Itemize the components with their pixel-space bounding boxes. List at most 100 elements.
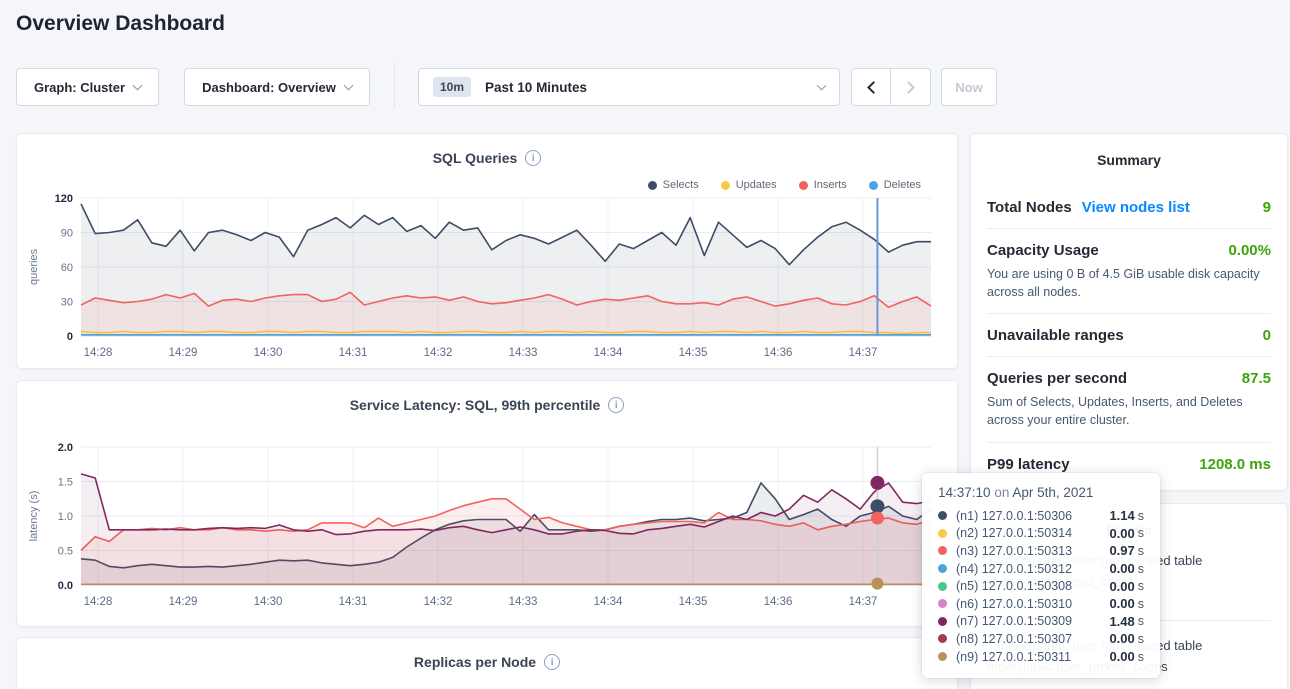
summary-panel-title: Summary [971, 152, 1287, 168]
svg-text:2.0: 2.0 [58, 442, 73, 454]
node-color-dot-icon [938, 634, 947, 643]
service-latency-title-text: Service Latency: SQL, 99th percentile [350, 397, 601, 413]
svg-text:30: 30 [61, 297, 73, 309]
tooltip-node-row: (n7) 127.0.0.1:503091.48s [938, 613, 1144, 631]
view-nodes-list-link[interactable]: View nodes list [1082, 199, 1190, 216]
dashboard-dropdown-label: Dashboard: Overview [202, 80, 336, 95]
time-prev-button[interactable] [851, 68, 891, 106]
tooltip-node-unit: s [1138, 579, 1144, 593]
svg-text:14:29: 14:29 [169, 596, 198, 608]
tooltip-node-label: (n3) 127.0.0.1:50313 [956, 544, 1072, 558]
svg-text:14:34: 14:34 [594, 596, 623, 608]
summary-row-value: 0 [1263, 327, 1271, 344]
svg-text:14:36: 14:36 [764, 596, 793, 608]
chevron-down-icon [343, 80, 353, 90]
tooltip-node-value: 0.00 [1109, 561, 1134, 576]
replicas-per-node-title: Replicas per Node i [17, 654, 957, 670]
graph-dropdown[interactable]: Graph: Cluster [16, 68, 159, 106]
tooltip-node-row: (n4) 127.0.0.1:50312 0.00 s [938, 560, 1144, 578]
chevron-down-icon [817, 80, 827, 90]
time-next-button[interactable] [891, 68, 931, 106]
node-color-dot-icon [938, 546, 947, 555]
info-icon[interactable]: i [608, 397, 624, 413]
summary-row-label: Unavailable ranges [987, 327, 1124, 344]
tooltip-node-unit: s [1138, 544, 1144, 558]
svg-text:queries: queries [28, 248, 40, 285]
svg-text:1.0: 1.0 [58, 511, 73, 523]
info-icon[interactable]: i [525, 150, 541, 166]
info-icon[interactable]: i [544, 654, 560, 670]
service-latency-card: Service Latency: SQL, 99th percentile i … [16, 380, 958, 627]
svg-text:14:29: 14:29 [169, 347, 198, 359]
svg-text:14:33: 14:33 [509, 596, 538, 608]
chart-hover-tooltip: 14:37:10 on Apr 5th, 2021 (n1) 127.0.0.1… [922, 473, 1160, 678]
tooltip-node-unit: s [1138, 614, 1144, 628]
tooltip-node-row: (n2) 127.0.0.1:503140.00s [938, 525, 1144, 543]
time-range-label: Past 10 Minutes [485, 80, 587, 95]
svg-text:14:30: 14:30 [254, 347, 283, 359]
now-button-label: Now [955, 80, 982, 95]
tooltip-node-unit: s [1138, 650, 1144, 664]
tooltip-node-unit: s [1138, 562, 1144, 576]
svg-text:14:31: 14:31 [339, 347, 368, 359]
summary-row-value: 87.5 [1242, 370, 1271, 387]
service-latency-chart[interactable]: 14:2814:2914:3014:3114:3214:3314:3414:35… [17, 439, 959, 615]
svg-text:0.5: 0.5 [58, 546, 73, 558]
now-button[interactable]: Now [941, 68, 997, 106]
tooltip-node-row: (n1) 127.0.0.1:50306 1.14 s [938, 507, 1144, 525]
svg-text:14:32: 14:32 [424, 596, 453, 608]
tooltip-node-label: (n9) 127.0.0.1:50311 [956, 650, 1071, 664]
replicas-per-node-card: Replicas per Node i [16, 637, 958, 689]
replicas-per-node-title-text: Replicas per Node [414, 654, 536, 670]
tooltip-node-label: (n8) 127.0.0.1:50307 [956, 632, 1072, 646]
tooltip-node-value: 1.14 [1109, 508, 1134, 523]
summary-row-head: Total NodesView nodes list9 [987, 199, 1271, 216]
page-title: Overview Dashboard [16, 12, 225, 36]
sql-queries-title: SQL Queries i [17, 150, 957, 166]
summary-panel: Summary Total NodesView nodes list9Capac… [970, 133, 1288, 491]
tooltip-node-unit: s [1138, 632, 1144, 646]
dashboard-dropdown[interactable]: Dashboard: Overview [184, 68, 370, 106]
svg-text:60: 60 [61, 262, 73, 274]
summary-row-value: 9 [1263, 199, 1271, 216]
tooltip-node-value: 0.00 [1109, 596, 1134, 611]
tooltip-timestamp: 14:37:10 on Apr 5th, 2021 [938, 485, 1144, 500]
sql-queries-title-text: SQL Queries [433, 150, 518, 166]
chevron-down-icon [133, 80, 143, 90]
svg-text:14:34: 14:34 [594, 347, 623, 359]
chevron-left-icon [867, 81, 880, 94]
tooltip-node-row: (n3) 127.0.0.1:50313 0.97 s [938, 542, 1144, 560]
tooltip-node-label: (n4) 127.0.0.1:50312 [956, 562, 1072, 576]
service-latency-title: Service Latency: SQL, 99th percentile i [17, 397, 957, 413]
tooltip-node-row: (n8) 127.0.0.1:503070.00s [938, 630, 1144, 648]
tooltip-node-value: 0.00 [1109, 526, 1134, 541]
summary-row-label: P99 latency [987, 456, 1070, 473]
tooltip-node-unit: s [1138, 526, 1144, 540]
tooltip-node-value: 0.97 [1109, 543, 1134, 558]
node-color-dot-icon [938, 582, 947, 591]
time-range-dropdown[interactable]: 10m Past 10 Minutes [418, 68, 840, 106]
svg-text:14:35: 14:35 [679, 596, 708, 608]
tooltip-node-row: (n6) 127.0.0.1:503100.00s [938, 595, 1144, 613]
summary-row-value: 0.00% [1228, 242, 1271, 259]
node-color-dot-icon [938, 511, 947, 520]
tooltip-node-label: (n1) 127.0.0.1:50306 [956, 509, 1072, 523]
svg-text:14:37: 14:37 [849, 596, 878, 608]
tooltip-node-unit: s [1138, 597, 1144, 611]
svg-text:14:35: 14:35 [679, 347, 708, 359]
sql-queries-card: SQL Queries i SelectsUpdatesInsertsDelet… [16, 133, 958, 369]
tooltip-node-value: 1.48 [1109, 614, 1134, 629]
summary-row: Queries per second87.5Sum of Selects, Up… [987, 357, 1271, 442]
sql-queries-chart[interactable]: 14:2814:2914:3014:3114:3214:3314:3414:35… [17, 190, 959, 366]
tooltip-node-row: (n5) 127.0.0.1:503080.00s [938, 577, 1144, 595]
legend-dot-icon [648, 181, 657, 190]
summary-row-head: P99 latency1208.0 ms [987, 456, 1271, 473]
graph-dropdown-label: Graph: Cluster [34, 80, 125, 95]
svg-text:latency (s): latency (s) [28, 491, 40, 542]
summary-row: Capacity Usage0.00%You are using 0 B of … [987, 229, 1271, 314]
node-color-dot-icon [938, 617, 947, 626]
tooltip-node-row: (n9) 127.0.0.1:503110.00s [938, 648, 1144, 666]
node-color-dot-icon [938, 599, 947, 608]
time-nav-group [851, 68, 931, 106]
tooltip-node-unit: s [1138, 509, 1144, 523]
